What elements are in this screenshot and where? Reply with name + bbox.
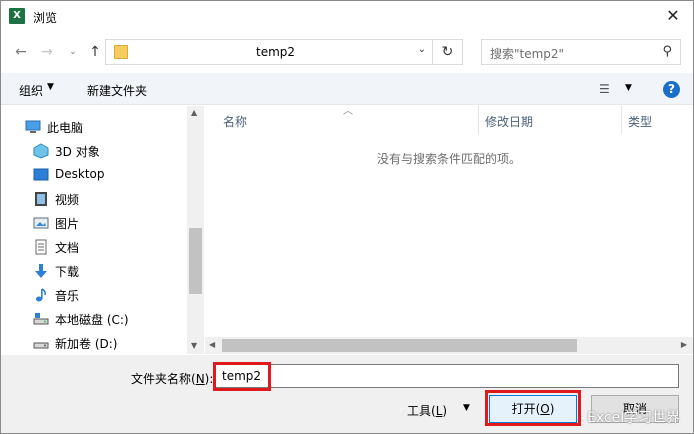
window-title: 浏览 bbox=[33, 11, 58, 25]
sidebar-item-music[interactable]: 音乐 bbox=[1, 284, 187, 306]
scroll-right-icon[interactable]: ▶ bbox=[681, 340, 687, 349]
sidebar-item-new-volume-d[interactable]: 新加卷 (D:) bbox=[1, 332, 187, 354]
help-icon[interactable]: ? bbox=[663, 81, 680, 98]
desktop-icon bbox=[33, 168, 49, 181]
search-icon: ⚲ bbox=[662, 44, 672, 59]
sidebar-item-label: 下载 bbox=[55, 265, 80, 279]
nav-pane-scrollbar[interactable]: ▲ ▼ bbox=[187, 106, 204, 354]
sidebar-item-videos[interactable]: 视频 bbox=[1, 188, 187, 210]
computer-icon bbox=[25, 120, 41, 133]
column-header-date-modified[interactable]: 修改日期 bbox=[485, 113, 533, 141]
music-icon bbox=[36, 288, 46, 302]
watermark-text: Excel学习世界 bbox=[587, 410, 681, 426]
column-divider[interactable] bbox=[621, 106, 622, 134]
browse-dialog: X 浏览 ✕ ← → ⌄ ↑ temp2 ⌄ ↻ 搜索"temp2" ⚲ 组织 … bbox=[0, 0, 694, 434]
recent-locations-chevron-icon[interactable]: ⌄ bbox=[63, 43, 83, 61]
file-list-pane: ︿ 名称 修改日期 类型 没有与搜索条件匹配的项。 ◀ ▶ bbox=[205, 106, 693, 354]
view-options-icon[interactable]: ☰ bbox=[599, 82, 610, 96]
sidebar-item-label: 图片 bbox=[55, 217, 80, 231]
column-header-type[interactable]: 类型 bbox=[628, 113, 652, 141]
empty-results-message: 没有与搜索条件匹配的项。 bbox=[377, 152, 522, 166]
sidebar-item-pictures[interactable]: 图片 bbox=[1, 212, 187, 234]
view-dropdown-icon[interactable]: ▼ bbox=[625, 83, 632, 93]
dialog-footer: 文件夹名称(N): temp2 工具(L) ▼ 打开(O) 取消 Excel学习… bbox=[1, 355, 693, 433]
organize-dropdown-icon[interactable]: ▼ bbox=[47, 82, 54, 92]
navigation-pane: 此电脑 3D 对象 Desktop 视频 图片 文档 下载 音乐 本地磁盘 (C… bbox=[1, 106, 204, 354]
column-header-name[interactable]: 名称 bbox=[223, 113, 247, 141]
scroll-up-icon[interactable]: ▲ bbox=[191, 108, 197, 117]
search-input[interactable]: 搜索"temp2" ⚲ bbox=[481, 39, 681, 65]
sidebar-item-downloads[interactable]: 下载 bbox=[1, 260, 187, 282]
sidebar-item-label: 此电脑 bbox=[47, 121, 84, 135]
tools-button[interactable]: 工具(L) bbox=[407, 402, 447, 419]
back-arrow-icon[interactable]: ← bbox=[11, 43, 31, 61]
annotation-highlight-box bbox=[213, 362, 271, 391]
title-bar: X 浏览 ✕ bbox=[1, 1, 693, 33]
forward-arrow-icon[interactable]: → bbox=[37, 43, 57, 61]
organize-button[interactable]: 组织 bbox=[19, 82, 43, 99]
new-folder-button[interactable]: 新建文件夹 bbox=[87, 82, 147, 99]
pictures-icon bbox=[33, 217, 49, 229]
chevron-down-icon[interactable]: ⌄ bbox=[418, 44, 426, 55]
sidebar-item-label: 文档 bbox=[55, 241, 80, 255]
sidebar-item-documents[interactable]: 文档 bbox=[1, 236, 187, 258]
folder-name-field[interactable]: temp2 bbox=[215, 364, 679, 388]
tools-dropdown-icon[interactable]: ▼ bbox=[463, 403, 470, 413]
command-toolbar: 组织 ▼ 新建文件夹 ☰ ▼ ? bbox=[1, 73, 693, 105]
address-bar[interactable]: temp2 ⌄ bbox=[105, 39, 433, 65]
sidebar-item-label: 本地磁盘 (C:) bbox=[55, 313, 129, 327]
scrollbar-thumb[interactable] bbox=[189, 228, 202, 294]
scroll-down-icon[interactable]: ▼ bbox=[191, 341, 197, 350]
folder-icon bbox=[114, 45, 128, 59]
sidebar-item-label: Desktop bbox=[55, 167, 105, 181]
search-placeholder: 搜索"temp2" bbox=[490, 47, 565, 61]
sidebar-item-label: 音乐 bbox=[55, 289, 80, 303]
annotation-highlight-box bbox=[485, 390, 581, 426]
scroll-left-icon[interactable]: ◀ bbox=[209, 340, 215, 349]
excel-app-icon: X bbox=[9, 8, 25, 24]
sidebar-item-3d-objects[interactable]: 3D 对象 bbox=[1, 140, 187, 162]
sort-ascending-icon: ︿ bbox=[343, 106, 353, 117]
column-divider[interactable] bbox=[478, 106, 479, 134]
up-arrow-icon[interactable]: ↑ bbox=[85, 43, 105, 61]
folder-name-label: 文件夹名称(N): bbox=[131, 372, 214, 386]
download-icon bbox=[35, 264, 47, 278]
video-icon bbox=[35, 192, 47, 206]
documents-icon bbox=[35, 239, 47, 255]
sidebar-item-local-disk-c[interactable]: 本地磁盘 (C:) bbox=[1, 308, 187, 330]
horizontal-scrollbar[interactable]: ◀ ▶ bbox=[205, 337, 693, 354]
close-button[interactable]: ✕ bbox=[653, 1, 693, 33]
refresh-icon[interactable]: ↻ bbox=[433, 39, 463, 65]
scrollbar-thumb[interactable] bbox=[222, 339, 577, 352]
3d-objects-icon bbox=[33, 143, 49, 159]
sidebar-item-label: 3D 对象 bbox=[55, 145, 100, 159]
sidebar-item-desktop[interactable]: Desktop bbox=[1, 164, 187, 186]
navigation-bar: ← → ⌄ ↑ temp2 ⌄ ↻ 搜索"temp2" ⚲ bbox=[1, 33, 693, 71]
drive-icon bbox=[33, 313, 49, 325]
sidebar-item-label: 视频 bbox=[55, 193, 80, 207]
sidebar-item-this-pc[interactable]: 此电脑 bbox=[1, 116, 187, 138]
sidebar-item-label: 新加卷 (D:) bbox=[55, 337, 118, 351]
address-path: temp2 bbox=[256, 45, 296, 59]
drive-icon bbox=[33, 342, 49, 349]
